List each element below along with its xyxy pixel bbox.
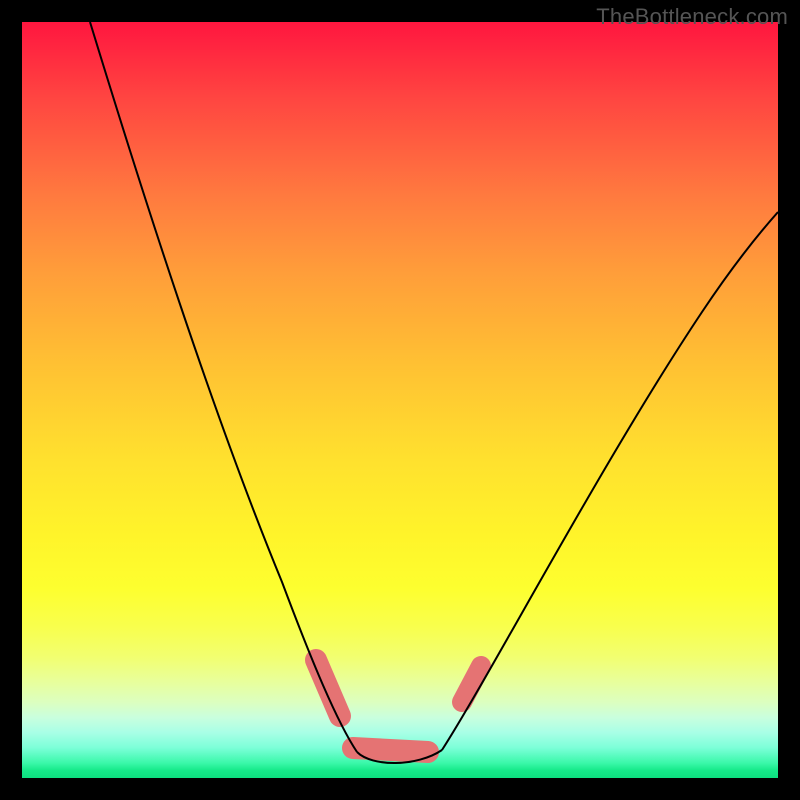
watermark-text: TheBottleneck.com — [596, 4, 788, 30]
right-curve — [442, 212, 778, 750]
highlight-left-descent — [316, 660, 340, 716]
highlight-trough — [353, 748, 428, 752]
left-curve — [90, 22, 357, 752]
chart-svg — [22, 22, 778, 778]
chart-plot-area — [22, 22, 778, 778]
highlight-right-ascent — [462, 666, 481, 702]
